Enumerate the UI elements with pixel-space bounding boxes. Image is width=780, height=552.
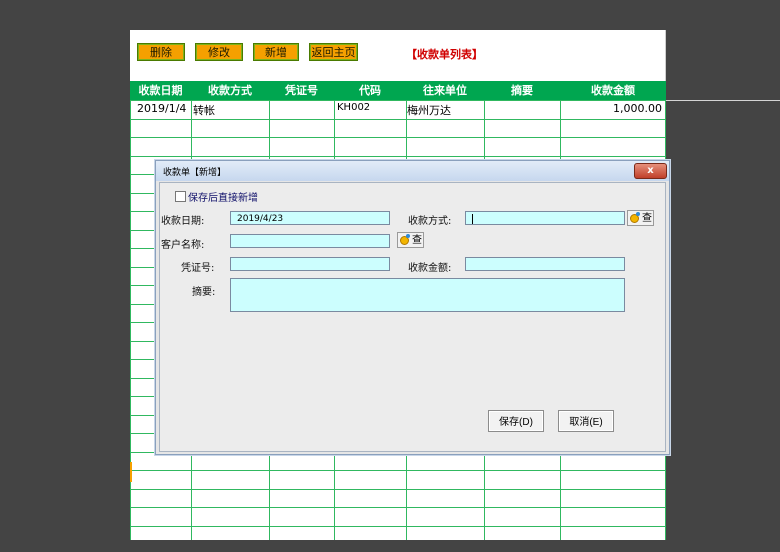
- edit-button[interactable]: 修改: [195, 43, 243, 61]
- selection-marker: [130, 462, 132, 482]
- save-then-add-checkbox[interactable]: [175, 191, 186, 202]
- column-header-method[interactable]: 收款方式: [191, 81, 269, 100]
- cell-amount[interactable]: 1,000.00: [560, 102, 662, 115]
- home-button[interactable]: 返回主页: [309, 43, 358, 61]
- lookup-icon: [630, 212, 640, 223]
- customer-label: 客户名称:: [161, 240, 205, 251]
- row-gridline: [130, 507, 666, 508]
- delete-button[interactable]: 删除: [137, 43, 185, 61]
- method-field[interactable]: [465, 211, 625, 225]
- save-button[interactable]: 保存(D): [488, 410, 544, 432]
- cell-date[interactable]: 2019/1/4: [137, 102, 186, 115]
- row-gridline: [130, 470, 666, 471]
- row-gridline: [130, 119, 666, 120]
- date-field[interactable]: 2019/4/23: [230, 211, 390, 225]
- cancel-button[interactable]: 取消(E): [558, 410, 614, 432]
- column-header-amount[interactable]: 收款金额: [560, 81, 666, 100]
- voucher-label: 凭证号:: [181, 263, 215, 274]
- row-gridline: [130, 156, 666, 157]
- cell-partner[interactable]: 梅州万达: [407, 102, 451, 118]
- summary-field[interactable]: [230, 278, 625, 312]
- add-button[interactable]: 新增: [253, 43, 299, 61]
- row-gridline: [130, 526, 666, 527]
- customer-lookup-button[interactable]: 查: [397, 232, 424, 248]
- date-label: 收款日期:: [161, 216, 205, 227]
- dialog-title: 收款单【新增】: [163, 168, 227, 178]
- lookup-icon: [400, 234, 410, 245]
- row-gridline: [130, 100, 666, 101]
- voucher-field[interactable]: [230, 257, 390, 271]
- lookup-label: 查: [412, 235, 422, 246]
- save-then-add-label[interactable]: 保存后直接新增: [188, 189, 258, 204]
- customer-field[interactable]: [230, 234, 390, 248]
- amount-field[interactable]: [465, 257, 625, 271]
- column-header-summary[interactable]: 摘要: [484, 81, 560, 100]
- close-button[interactable]: x: [634, 163, 667, 179]
- dialog-titlebar[interactable]: 收款单【新增】 x: [156, 161, 669, 181]
- row-gridline: [130, 489, 666, 490]
- sheet-title: 【收款单列表】: [406, 48, 483, 61]
- summary-label: 摘要:: [192, 287, 216, 298]
- grid-header: 收款日期 收款方式 凭证号 代码 往来单位 摘要 收款金额: [130, 81, 666, 100]
- cell-code[interactable]: KH002: [337, 102, 370, 113]
- text-cursor: [472, 213, 473, 224]
- method-lookup-button[interactable]: 查: [627, 210, 654, 226]
- column-header-partner[interactable]: 往来单位: [406, 81, 484, 100]
- amount-label: 收款金额:: [408, 263, 452, 274]
- row-gridline: [130, 137, 666, 138]
- close-icon: x: [647, 165, 654, 176]
- sheet-gridline: [665, 100, 780, 101]
- lookup-label: 查: [642, 213, 652, 224]
- method-label: 收款方式:: [408, 216, 452, 227]
- column-header-voucher[interactable]: 凭证号: [269, 81, 334, 100]
- column-header-code[interactable]: 代码: [334, 81, 406, 100]
- column-header-date[interactable]: 收款日期: [130, 81, 191, 100]
- cell-method[interactable]: 转帐: [193, 102, 215, 118]
